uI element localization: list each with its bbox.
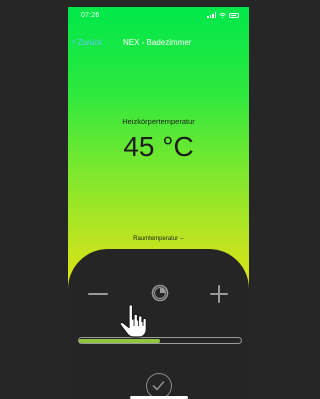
screen-frame: 07:26 ‹ Zurück NEX - Badezimmer Heizkörp… (0, 0, 310, 399)
status-icons (207, 12, 239, 18)
plus-icon[interactable] (210, 285, 228, 303)
wifi-icon (219, 12, 226, 18)
heating-temperature-label: Heizkörpertemperatur (122, 117, 195, 126)
status-bar: 07:26 (68, 7, 249, 25)
temperature-value: 45 °C (123, 131, 194, 162)
battery-icon (229, 12, 239, 18)
checkmark-icon (152, 381, 165, 391)
minus-icon[interactable] (88, 293, 108, 295)
room-temperature-label: Raumtemperatur -- (133, 236, 184, 242)
page-title: NEX - Badezimmer (123, 38, 192, 47)
clock-icon[interactable] (151, 284, 169, 302)
navigation-bar: ‹ Zurück NEX - Badezimmer (68, 37, 249, 51)
back-label: Zurück (77, 37, 103, 47)
phone-screen: 07:26 ‹ Zurück NEX - Badezimmer Heizkörp… (68, 7, 249, 399)
back-button[interactable]: ‹ Zurück (72, 36, 103, 48)
status-time: 07:26 (81, 12, 100, 19)
control-panel (68, 249, 249, 399)
hand-pointer-icon (115, 302, 151, 342)
chevron-left-icon: ‹ (72, 36, 76, 48)
signal-icon (207, 12, 216, 18)
